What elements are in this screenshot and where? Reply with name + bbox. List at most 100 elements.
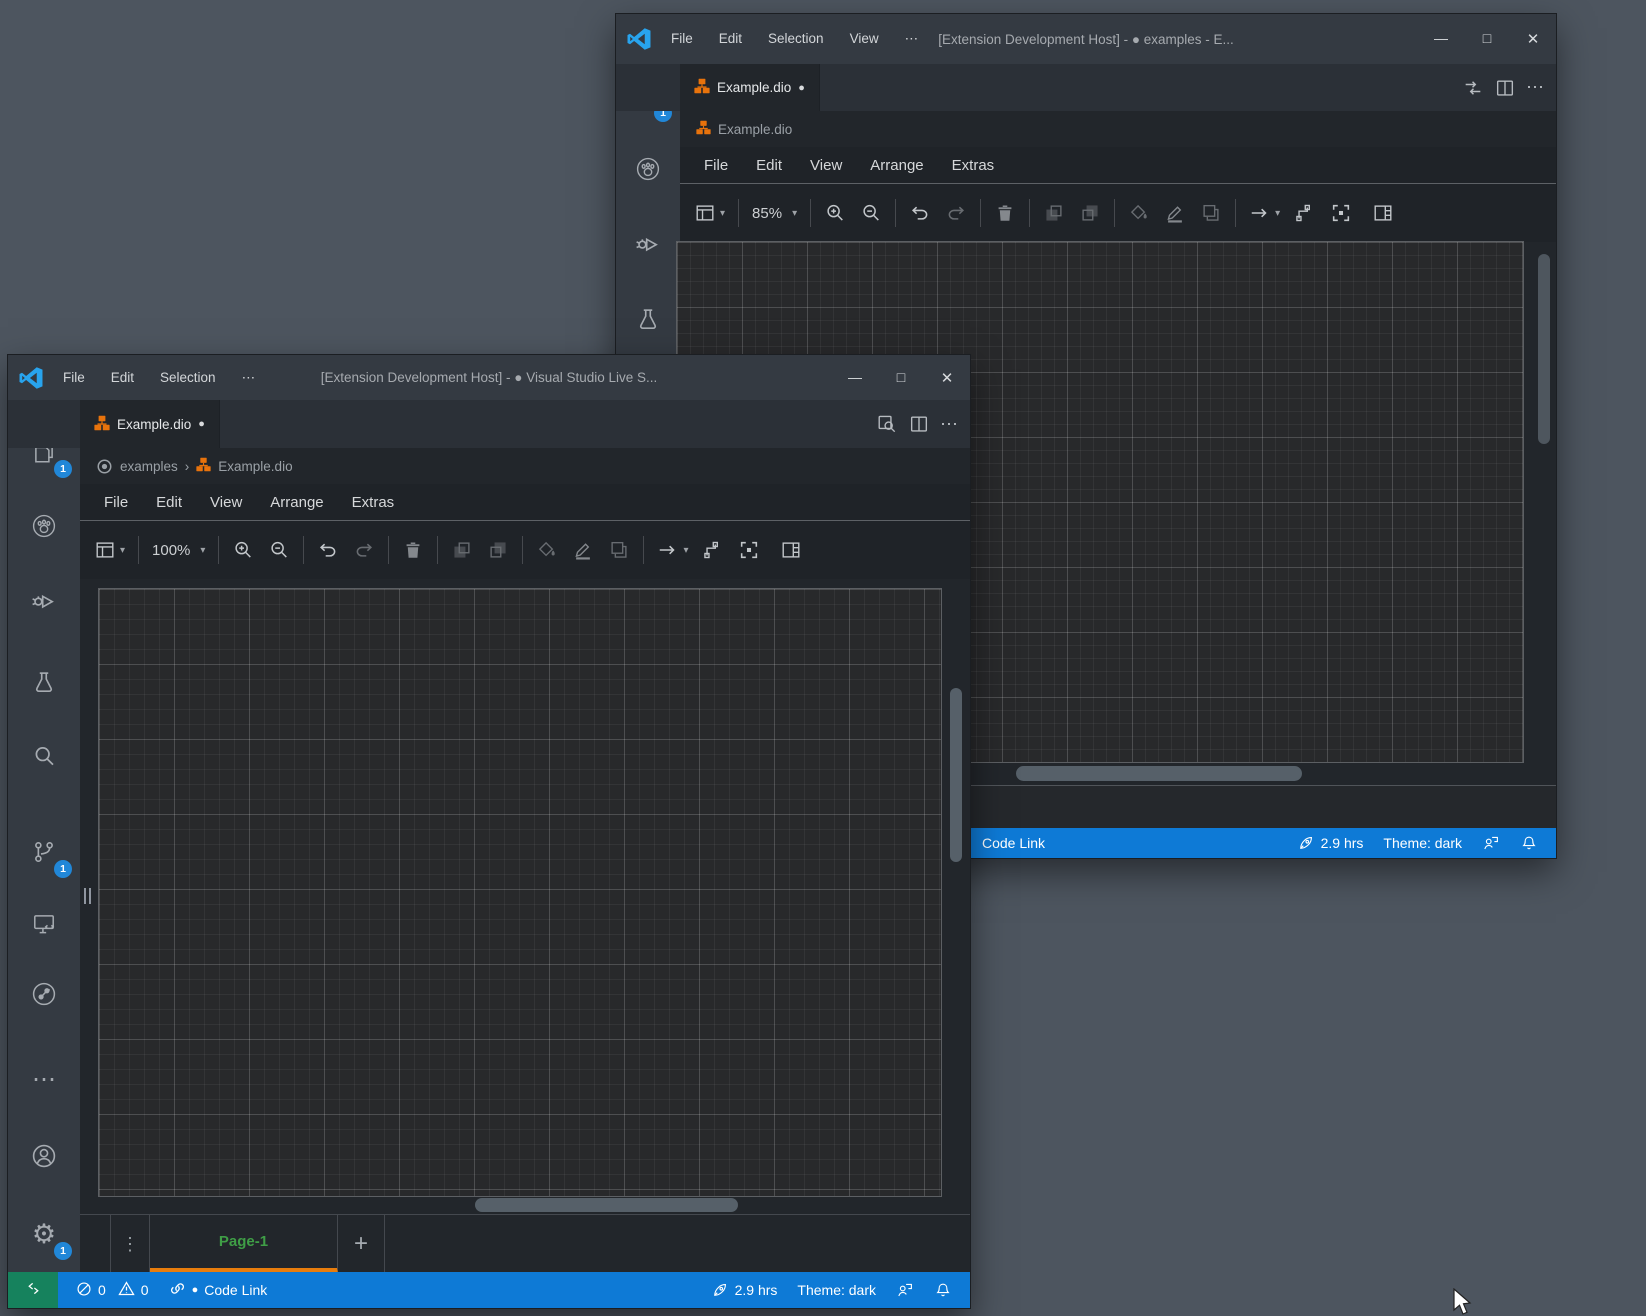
drawio-menu-arrange[interactable]: Arrange [858, 153, 935, 178]
drawio-menu-edit[interactable]: Edit [144, 490, 194, 515]
live-share-icon[interactable] [1482, 834, 1500, 852]
delete-button[interactable] [994, 202, 1016, 224]
redo-button[interactable] [945, 202, 967, 224]
notifications-bell-icon[interactable] [934, 1281, 952, 1299]
zoom-in-button[interactable] [232, 539, 254, 561]
connection-arrow-button[interactable]: ▾ [1249, 202, 1280, 224]
activity-source-control[interactable]: 1 [8, 826, 80, 878]
page-tab-page1[interactable]: Page-1 [150, 1215, 338, 1273]
format-panel-button[interactable] [1372, 202, 1394, 224]
notifications-bell-icon[interactable] [1520, 834, 1538, 852]
coding-hours-status[interactable]: 2.9 hrs [1297, 834, 1363, 852]
breadcrumb-folder[interactable]: examples [120, 459, 178, 474]
drawio-menu-edit[interactable]: Edit [744, 153, 794, 178]
activity-search[interactable] [8, 730, 80, 782]
activity-more-views[interactable]: ⋯ [8, 1054, 80, 1106]
menu-overflow[interactable]: ⋯ [896, 27, 928, 51]
line-color-button[interactable] [1164, 202, 1186, 224]
menu-file[interactable]: File [662, 27, 702, 51]
tab-example-dio[interactable]: Example.dio ● [680, 64, 820, 111]
front-diagram-canvas[interactable] [98, 588, 942, 1197]
problems-status[interactable]: 0 0 [58, 1280, 149, 1300]
fill-color-button[interactable] [1128, 202, 1150, 224]
delete-button[interactable] [402, 539, 424, 561]
activity-pets[interactable] [616, 143, 680, 195]
back-breadcrumb[interactable]: Example.dio [680, 111, 1556, 147]
front-canvas-hscrollbar[interactable] [475, 1198, 738, 1212]
view-panels-button[interactable]: ▾ [94, 539, 125, 561]
menu-file[interactable]: File [54, 366, 94, 390]
front-canvas-vscrollbar[interactable] [950, 688, 962, 862]
drawio-menu-file[interactable]: File [692, 153, 740, 178]
editor-more-actions[interactable]: ⋯ [1526, 77, 1544, 98]
zoom-out-button[interactable] [860, 202, 882, 224]
waypoints-button[interactable] [702, 539, 724, 561]
menu-view[interactable]: View [841, 27, 888, 51]
minimize-button[interactable]: — [1418, 30, 1464, 46]
activity-run-debug[interactable] [8, 574, 80, 626]
activity-testing[interactable] [616, 293, 680, 345]
maximize-button[interactable]: □ [878, 369, 924, 385]
zoom-in-button[interactable] [824, 202, 846, 224]
view-panels-button[interactable]: ▾ [694, 202, 725, 224]
code-link-status[interactable]: ● Code Link [149, 1280, 267, 1300]
split-editor-icon[interactable] [908, 413, 930, 435]
fit-page-button[interactable] [1330, 202, 1352, 224]
breadcrumb-file[interactable]: Example.dio [218, 459, 292, 474]
breadcrumb-file[interactable]: Example.dio [718, 122, 792, 137]
drawio-menu-extras[interactable]: Extras [340, 490, 407, 515]
activity-settings[interactable]: ⚙ 1 [8, 1208, 80, 1260]
editor-more-actions[interactable]: ⋯ [940, 414, 958, 435]
redo-button[interactable] [353, 539, 375, 561]
minimize-button[interactable]: — [832, 369, 878, 385]
undo-button[interactable] [909, 202, 931, 224]
menu-selection[interactable]: Selection [151, 366, 225, 390]
close-button[interactable]: ✕ [924, 369, 970, 387]
back-canvas-hscrollbar[interactable] [1016, 766, 1302, 781]
tab-example-dio[interactable]: Example.dio ● [80, 400, 220, 448]
activity-testing[interactable] [8, 656, 80, 708]
zoom-level[interactable]: 85% [752, 205, 782, 222]
format-panel-button[interactable] [780, 539, 802, 561]
remote-indicator[interactable] [8, 1272, 58, 1308]
pages-menu-button[interactable]: ⋮ [111, 1215, 150, 1273]
front-breadcrumb[interactable]: examples › Example.dio [80, 448, 970, 484]
drawio-menu-view[interactable]: View [798, 153, 854, 178]
to-back-button[interactable] [1079, 202, 1101, 224]
shadow-button[interactable] [608, 539, 630, 561]
fit-page-button[interactable] [738, 539, 760, 561]
connection-arrow-button[interactable]: ▾ [657, 539, 688, 561]
close-button[interactable]: ✕ [1510, 30, 1556, 48]
drawio-menu-file[interactable]: File [92, 490, 140, 515]
shadow-button[interactable] [1200, 202, 1222, 224]
activity-accounts[interactable] [8, 1130, 80, 1182]
zoom-caret[interactable]: ▾ [792, 208, 797, 219]
theme-status[interactable]: Theme: dark [797, 1282, 876, 1298]
split-editor-icon[interactable] [1494, 77, 1516, 99]
zoom-caret[interactable]: ▾ [200, 545, 205, 556]
live-share-icon[interactable] [896, 1281, 914, 1299]
to-back-button[interactable] [487, 539, 509, 561]
menu-edit[interactable]: Edit [102, 366, 143, 390]
dirty-indicator[interactable]: ● [798, 82, 805, 94]
menu-overflow[interactable]: ⋯ [233, 366, 265, 390]
activity-run-debug[interactable] [616, 217, 680, 269]
drawio-menu-view[interactable]: View [198, 490, 254, 515]
zoom-out-button[interactable] [268, 539, 290, 561]
menu-edit[interactable]: Edit [710, 27, 751, 51]
activity-pets[interactable] [8, 500, 80, 552]
find-file-icon[interactable] [876, 413, 898, 435]
open-changes-icon[interactable] [1462, 77, 1484, 99]
drawio-menu-extras[interactable]: Extras [940, 153, 1007, 178]
line-color-button[interactable] [572, 539, 594, 561]
add-page-button[interactable]: + [338, 1215, 385, 1273]
zoom-level[interactable]: 100% [152, 542, 190, 559]
dirty-indicator[interactable]: ● [198, 418, 205, 430]
undo-button[interactable] [317, 539, 339, 561]
to-front-button[interactable] [451, 539, 473, 561]
drawio-menu-arrange[interactable]: Arrange [258, 490, 335, 515]
panel-resize-handle[interactable] [84, 888, 91, 904]
maximize-button[interactable]: □ [1464, 30, 1510, 46]
coding-hours-status[interactable]: 2.9 hrs [711, 1281, 777, 1299]
activity-remote-explorer[interactable] [8, 898, 80, 950]
